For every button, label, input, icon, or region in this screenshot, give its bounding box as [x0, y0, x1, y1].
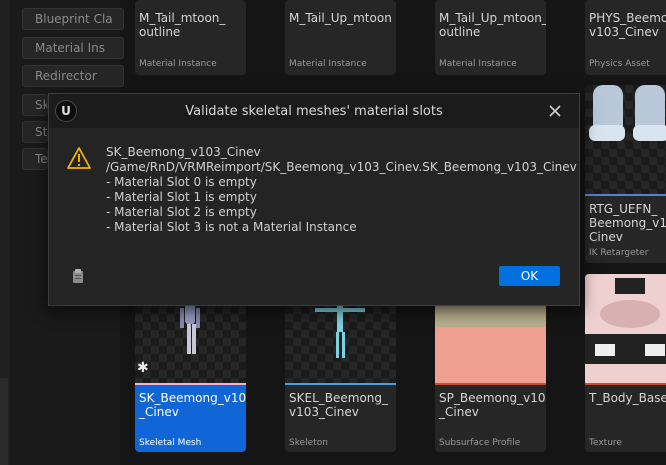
asset-tile[interactable]: RTG_UEFN_ Beemong_v103_ Cinev IK Retarge… — [585, 85, 666, 263]
asset-name: SP_Beemong_v103 _Cinev — [439, 391, 546, 419]
asset-thumbnail — [585, 274, 666, 384]
validation-dialog: U Validate skeletal meshes' material slo… — [48, 93, 580, 306]
asset-type: Subsurface Profile — [439, 438, 521, 448]
panel-scrollbar[interactable] — [0, 378, 8, 465]
asset-tile[interactable]: M_Tail_Up_mtoon_ outline Material Instan… — [435, 0, 546, 75]
ok-button[interactable]: OK — [499, 266, 560, 286]
asset-color-bar — [585, 383, 666, 385]
dialog-title: Validate skeletal meshes' material slots — [185, 104, 443, 119]
asset-type: IK Retargeter — [589, 248, 649, 258]
filter-item-st[interactable]: St — [22, 121, 48, 143]
asset-name: SKEL_Beemong_ v103_Cinev — [289, 391, 389, 419]
asset-tile[interactable]: M_Tail_Up_mtoon Material Instance — [285, 0, 396, 75]
asset-type: Material Instance — [289, 59, 367, 69]
asset-tile[interactable]: M_Tail_mtoon_ outline Material Instance — [135, 0, 246, 75]
message-line: SK_Beemong_v103_Cinev — [106, 145, 261, 159]
message-line: - Material Slot 1 is empty — [106, 190, 257, 204]
copy-to-clipboard-icon[interactable] — [71, 268, 85, 288]
asset-tile[interactable]: T_Body_BaseCo Texture — [585, 274, 666, 452]
asset-name: M_Tail_Up_mtoon_ outline — [439, 11, 546, 39]
asset-type: Material Instance — [439, 59, 517, 69]
asset-thumbnail — [585, 85, 666, 195]
asset-type: Skeleton — [289, 438, 328, 448]
asset-name: PHYS_Beemong_ v103_Cinev — [589, 11, 666, 39]
asset-name: M_Tail_mtoon_ outline — [139, 11, 226, 39]
dialog-title-bar[interactable]: U Validate skeletal meshes' material slo… — [49, 94, 579, 128]
message-line: - Material Slot 2 is empty — [106, 205, 257, 219]
filter-item-sk[interactable]: Sk — [22, 94, 48, 116]
filter-item-material-instance[interactable]: Material Ins — [22, 37, 124, 59]
close-icon — [549, 105, 561, 117]
asset-name: M_Tail_Up_mtoon — [289, 11, 392, 25]
asset-name: SK_Beemong_v103 _Cinev — [139, 391, 246, 419]
asset-type: Texture — [589, 438, 622, 448]
asset-name: T_Body_BaseCo — [589, 391, 666, 405]
modified-asterisk-icon: ✱ — [137, 360, 149, 376]
asset-color-bar — [135, 383, 246, 385]
retarget-preview — [589, 85, 666, 141]
message-line: - Material Slot 0 is empty — [106, 175, 257, 189]
filter-item-blueprint-class[interactable]: Blueprint Cla — [22, 8, 124, 30]
asset-name: RTG_UEFN_ Beemong_v103_ Cinev — [589, 202, 666, 244]
message-line: /Game/RnD/VRMReimport/SK_Beemong_v103_Ci… — [106, 160, 577, 174]
dialog-message: SK_Beemong_v103_Cinev /Game/RnD/VRMReimp… — [106, 145, 577, 235]
filter-item-te[interactable]: Te — [22, 148, 48, 170]
filter-item-redirector[interactable]: Redirector — [22, 65, 124, 87]
asset-type: Material Instance — [139, 59, 217, 69]
asset-tile[interactable]: PHYS_Beemong_ v103_Cinev Physics Asset — [585, 0, 666, 75]
asset-color-bar — [585, 194, 666, 196]
asset-color-bar — [435, 383, 546, 385]
message-line: - Material Slot 3 is not a Material Inst… — [106, 220, 357, 234]
texture-preview — [585, 274, 666, 384]
warning-icon — [67, 147, 91, 173]
asset-color-bar — [285, 383, 396, 385]
asset-type: Skeletal Mesh — [139, 438, 202, 448]
asset-type: Physics Asset — [589, 59, 650, 69]
close-button[interactable] — [545, 101, 565, 121]
